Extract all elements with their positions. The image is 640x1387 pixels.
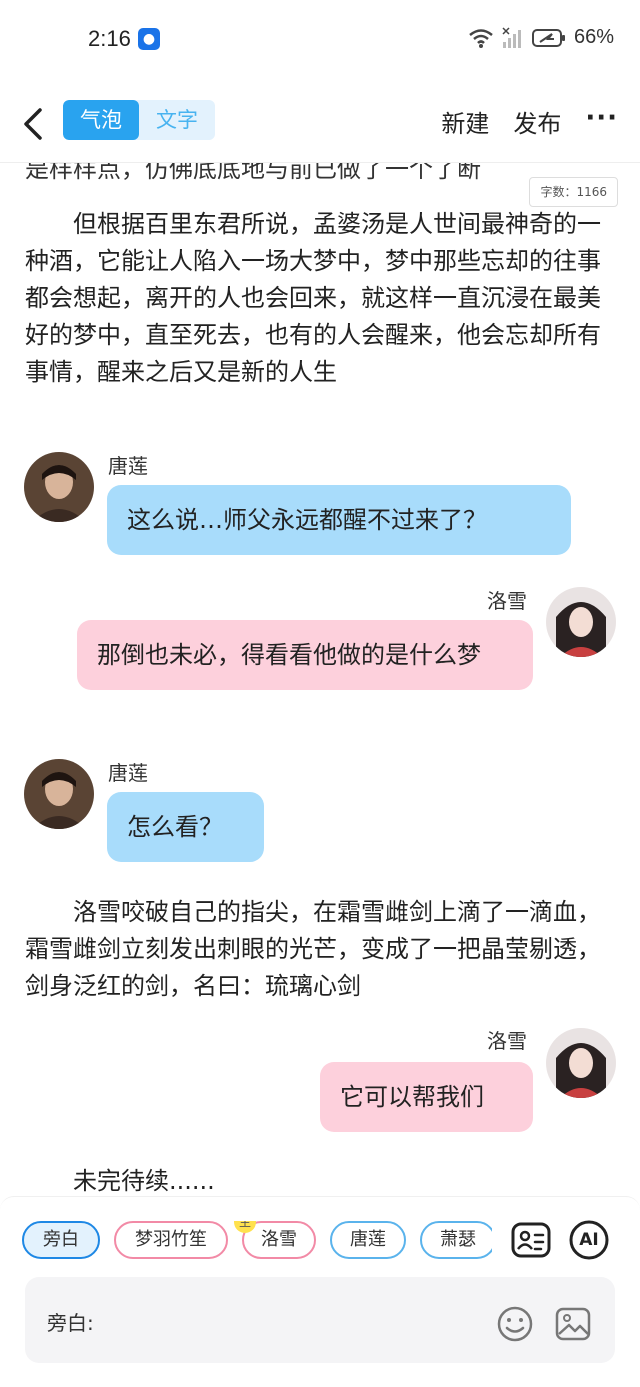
- app-actions: 新建 发布 ···: [441, 104, 618, 139]
- narration-paragraph[interactable]: 但根据百里东君所说，孟婆汤是人世间最神奇的一种酒，它能让人陷入一场大梦中，梦中那…: [25, 206, 617, 391]
- character-manage-button[interactable]: [510, 1219, 552, 1261]
- signal-icon: [502, 26, 521, 48]
- character-chips: 旁白 梦羽竹笙 主 洛雪 唐莲 萧瑟: [22, 1221, 492, 1261]
- speaker-name: 唐莲: [108, 454, 148, 478]
- narration-paragraph[interactable]: 洛雪咬破自己的指尖，在霜雪雌剑上滴了一滴血，霜雪雌剑立刻发出刺眼的光芒，变成了一…: [25, 894, 617, 1005]
- speaker-name: 洛雪: [487, 589, 527, 613]
- image-button[interactable]: [553, 1304, 593, 1344]
- status-indicators: 66%: [468, 26, 614, 49]
- image-icon: [555, 1307, 591, 1341]
- ai-button[interactable]: AI: [568, 1219, 610, 1261]
- message-input[interactable]: [105, 1299, 485, 1339]
- app-bar: 气泡 文字 新建 发布 ···: [0, 96, 640, 152]
- chat-bubble-left[interactable]: 这么说…师父永远都醒不过来了？: [107, 485, 571, 555]
- narration-paragraph[interactable]: 未完待续......: [25, 1163, 617, 1195]
- mode-toggle: 气泡 文字: [63, 100, 215, 140]
- partial-text-line: 是样样点，仿佛底底地与前已做了一个了断: [25, 163, 481, 183]
- new-button[interactable]: 新建: [441, 104, 489, 139]
- toggle-text[interactable]: 文字: [139, 100, 215, 140]
- avatar-tanglian[interactable]: [24, 452, 94, 522]
- battery-percent: 66%: [573, 26, 614, 48]
- avatar-luoxue[interactable]: [546, 587, 616, 657]
- avatar-luoxue[interactable]: [546, 1028, 616, 1098]
- chat-bubble-right[interactable]: 它可以帮我们: [320, 1062, 533, 1132]
- chip-character[interactable]: 唐莲: [330, 1221, 406, 1259]
- speaker-name: 洛雪: [487, 1029, 527, 1053]
- chip-character[interactable]: 梦羽竹笙: [114, 1221, 228, 1259]
- chat-bubble-right[interactable]: 那倒也未必，得看看他做的是什么梦: [77, 620, 533, 690]
- ai-label: AI: [579, 1230, 599, 1250]
- back-button[interactable]: [18, 104, 50, 144]
- chevron-left-icon: [24, 108, 42, 140]
- main-badge: 主: [234, 1221, 256, 1233]
- story-content[interactable]: 是样样点，仿佛底底地与前已做了一个了断 但根据百里东君所说，孟婆汤是人世间最神奇…: [0, 163, 640, 1195]
- chip-character[interactable]: 萧瑟: [420, 1221, 492, 1259]
- contact-card-icon: [511, 1222, 551, 1258]
- publish-button[interactable]: 发布: [513, 104, 561, 139]
- wifi-icon: [469, 28, 493, 48]
- battery-icon: [531, 28, 565, 47]
- emoji-button[interactable]: [495, 1304, 535, 1344]
- smiley-icon: [497, 1306, 533, 1342]
- message-input-box: 旁白:: [25, 1277, 615, 1363]
- status-bar: 2:16 ● 66%: [0, 0, 640, 80]
- chip-narration[interactable]: 旁白: [22, 1221, 100, 1259]
- speaker-name: 唐莲: [108, 761, 148, 785]
- chip-character-main[interactable]: 主 洛雪: [234, 1221, 316, 1259]
- composer-panel: 旁白 梦羽竹笙 主 洛雪 唐莲 萧瑟 AI 旁白:: [0, 1196, 640, 1387]
- chat-bubble-left[interactable]: 怎么看？: [107, 792, 264, 862]
- toggle-bubble[interactable]: 气泡: [63, 100, 139, 140]
- chip-label: 洛雪: [261, 1229, 297, 1250]
- lightbulb-icon: ●: [138, 28, 160, 50]
- status-time: 2:16: [88, 26, 131, 51]
- input-role-label: 旁白:: [47, 1311, 94, 1335]
- more-options-button[interactable]: ···: [585, 105, 618, 131]
- word-count-badge: 字数：1166: [529, 177, 618, 207]
- avatar-tanglian[interactable]: [24, 759, 94, 829]
